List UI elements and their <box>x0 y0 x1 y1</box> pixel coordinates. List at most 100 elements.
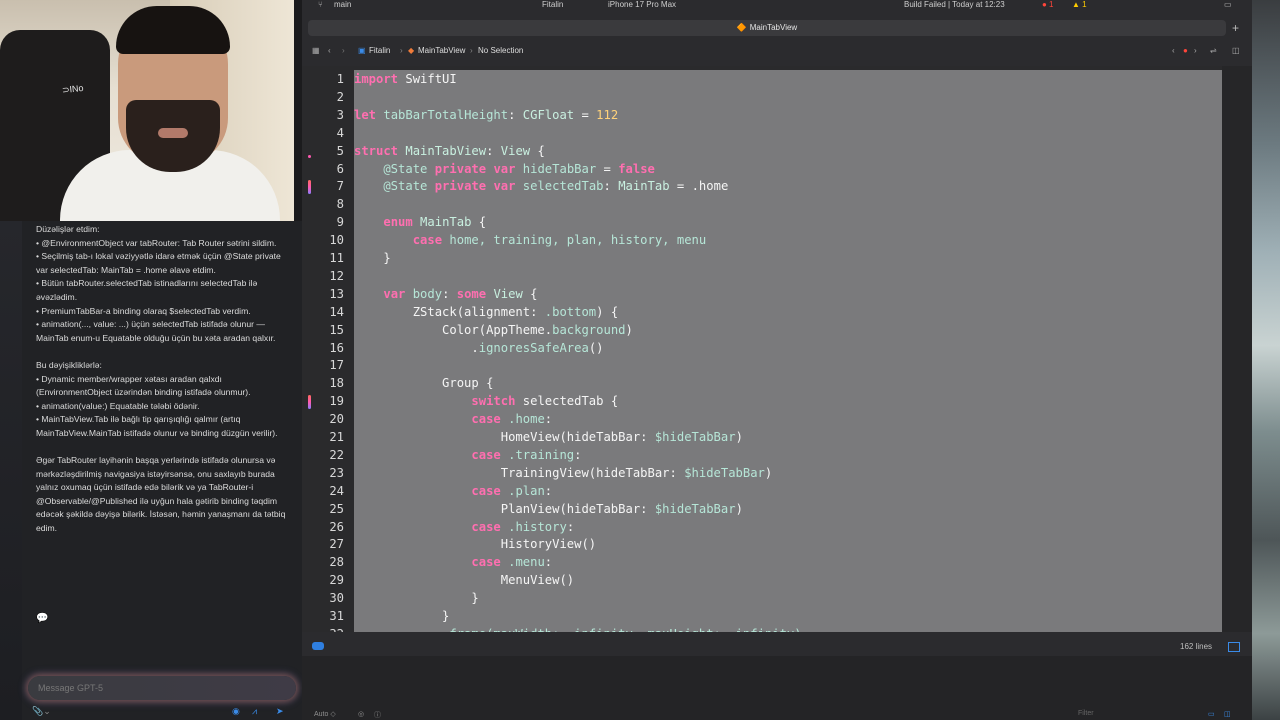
error-count-icon[interactable]: ● 1 <box>1042 0 1054 9</box>
code-line[interactable]: } <box>354 250 390 268</box>
console-toggle-icon[interactable]: ▭ <box>1208 710 1215 718</box>
code-token: PlanView(hideTabBar: <box>354 501 655 516</box>
source-change-marker[interactable] <box>308 395 311 410</box>
breadcrumb-file[interactable]: MainTabView <box>418 46 465 55</box>
code-line[interactable]: PlanView(hideTabBar: $hideTabBar) <box>354 501 743 519</box>
breadcrumb-separator: › <box>470 46 473 55</box>
breadcrumb-selection[interactable]: No Selection <box>478 46 523 55</box>
variable-scope-select[interactable]: Auto ◇ <box>314 710 336 718</box>
chat-bullet: • Bütün tabRouter.selectedTab istinadlar… <box>36 278 258 302</box>
editor-options-icon[interactable]: ⇌ <box>1210 46 1217 55</box>
filter-field[interactable]: Filter <box>1078 710 1094 717</box>
build-status[interactable]: Build Failed | Today at 12:23 <box>904 0 1005 9</box>
code-line[interactable]: Group { <box>354 375 493 393</box>
breadcrumb-project[interactable]: Fitalin <box>369 46 390 55</box>
code-token: ) <box>735 430 743 444</box>
source-change-marker[interactable] <box>308 180 311 195</box>
code-line[interactable]: Color(AppTheme.background) <box>354 322 633 340</box>
next-issue-icon[interactable]: › <box>1194 46 1197 55</box>
split-editor-icon[interactable]: ◫ <box>1232 46 1240 55</box>
panel-toggle-icon[interactable] <box>1228 642 1240 652</box>
code-line[interactable]: case .home: <box>354 411 552 429</box>
code-line[interactable]: case .training: <box>354 447 581 465</box>
debug-area-toggle-icon[interactable] <box>312 642 324 650</box>
code-line[interactable]: HomeView(hideTabBar: $hideTabBar) <box>354 429 743 447</box>
scheme-project[interactable]: Fitalin <box>542 0 563 9</box>
forward-arrow-icon[interactable]: › <box>342 46 345 55</box>
tab-mainTabView[interactable]: 🔶 MainTabView <box>308 20 1226 36</box>
code-line[interactable]: } <box>354 590 478 608</box>
code-token: case <box>471 447 501 462</box>
branch-label[interactable]: main <box>334 0 351 9</box>
message-feedback-icon[interactable]: 💬 <box>36 613 48 625</box>
scheme-device[interactable]: iPhone 17 Pro Max <box>608 0 676 9</box>
code-line[interactable]: } <box>354 608 449 626</box>
editor-right-margin <box>1222 66 1252 632</box>
chat-paragraph: Əgər TabRouter layihənin başqa yerlərind… <box>36 455 286 534</box>
attach-icon[interactable]: 📎⌄ <box>32 706 51 717</box>
code-token: MenuView() <box>354 573 575 588</box>
back-arrow-icon[interactable]: ‹ <box>328 46 331 55</box>
code-token: @State <box>354 179 435 194</box>
code-line[interactable]: ZStack(alignment: .bottom) { <box>354 304 618 322</box>
agent-mode-icon[interactable]: ⩘ <box>252 706 257 717</box>
code-token: ) { <box>596 304 619 319</box>
chat-bullet: • animation(value:) Equatable tələbi ödə… <box>36 400 200 411</box>
line-number: 21 <box>329 430 344 444</box>
visibility-icon[interactable]: ◎ <box>358 710 364 718</box>
code-line[interactable]: import SwiftUI <box>354 71 457 89</box>
code-line[interactable]: @State private var hideTabBar = false <box>354 161 655 179</box>
code-line[interactable]: @State private var selectedTab: MainTab … <box>354 178 728 196</box>
code-token: Color(AppTheme. <box>354 322 553 337</box>
code-line[interactable]: .ignoresSafeArea() <box>354 340 603 358</box>
related-items-icon[interactable]: ▦ <box>312 46 320 55</box>
code-token: background <box>552 322 626 337</box>
code-token: selectedTab { <box>515 394 619 409</box>
code-line[interactable]: let tabBarTotalHeight: CGFloat = 112 <box>354 107 618 125</box>
webcam-person-hair <box>116 6 230 54</box>
inspector-toggle-icon[interactable]: ▭ <box>1224 0 1232 9</box>
tab-title: MainTabView <box>749 23 798 32</box>
code-token: case <box>471 483 501 498</box>
branch-icon[interactable]: ⑂ <box>318 0 323 9</box>
swift-file-icon: 🔶 <box>736 23 747 32</box>
context-icon[interactable]: ◉ <box>232 706 240 717</box>
code-line[interactable]: enum MainTab { <box>354 214 486 232</box>
line-number: 5 <box>336 143 344 158</box>
code-line[interactable]: case .history: <box>354 519 574 537</box>
code-line[interactable]: TrainingView(hideTabBar: $hideTabBar) <box>354 465 773 483</box>
source-change-marker[interactable] <box>308 154 311 158</box>
split-console-icon[interactable]: ◫ <box>1224 710 1231 718</box>
code-line[interactable]: HistoryView() <box>354 536 596 554</box>
code-text-area[interactable]: import SwiftUI let tabBarTotalHeight: CGF… <box>354 70 1222 632</box>
code-line[interactable]: var body: some View { <box>354 286 537 304</box>
chat-paragraph: Bu dəyişikliklərlə: <box>36 359 102 370</box>
code-editor[interactable]: 1 2 3 4 5 6 7 8 9 10 11 12 13 14 15 16 17 18 19 20 21 22 23 24 2… <box>302 66 1252 632</box>
chat-message-input[interactable] <box>28 676 296 700</box>
code-line[interactable]: struct MainTabView: View { <box>354 143 545 161</box>
editor-tab-bar: 🔶 MainTabView + <box>302 18 1252 38</box>
code-token: } <box>354 609 450 623</box>
previous-issue-icon[interactable]: ‹ <box>1172 46 1175 55</box>
send-icon[interactable]: ➤ <box>276 706 284 717</box>
warning-count-icon[interactable]: ▲ 1 <box>1072 0 1087 9</box>
code-token: case <box>412 233 443 248</box>
code-token: MainTab <box>412 215 472 230</box>
line-number: 2 <box>336 89 344 104</box>
breadcrumb-separator: › <box>400 46 403 55</box>
code-line[interactable]: case .plan: <box>354 483 552 501</box>
add-tab-button[interactable]: + <box>1232 20 1239 36</box>
code-token: . <box>354 627 449 632</box>
issue-indicator-icon[interactable]: ● <box>1183 46 1188 55</box>
code-line[interactable]: .frame(maxWidth: .infinity, maxHeight: .… <box>354 626 802 632</box>
code-line[interactable]: MenuView() <box>354 572 574 590</box>
code-line[interactable]: case home, training, plan, history, menu <box>354 232 707 250</box>
code-line[interactable]: switch selectedTab { <box>354 393 618 411</box>
chat-spacer <box>36 441 294 455</box>
info-icon[interactable]: ⓘ <box>374 710 381 720</box>
code-line[interactable]: case .menu: <box>354 554 552 572</box>
